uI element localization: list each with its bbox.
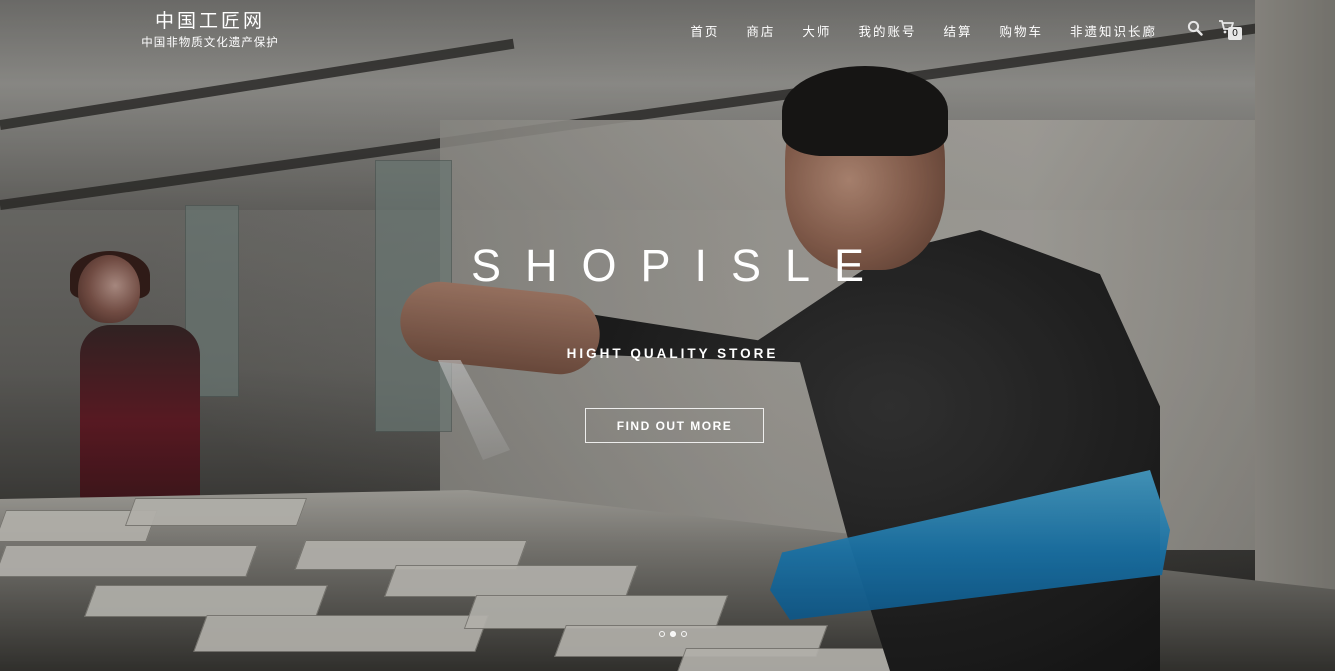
slider-dot-2[interactable]	[670, 631, 676, 637]
nav-item-home[interactable]: 首页	[690, 21, 719, 40]
hero-caption: SHOPISLE HIGHT QUALITY STORE FIND OUT MO…	[0, 0, 1335, 671]
slider-dot-1[interactable]	[659, 631, 665, 637]
find-out-more-button[interactable]: FIND OUT MORE	[585, 408, 764, 443]
site-tagline: 中国非物质文化遗产保护	[141, 35, 279, 49]
hero-slider: 中国工匠网 中国非物质文化遗产保护 首页 商店 大师 我的账号 结算 购物车 非…	[0, 0, 1335, 671]
nav-item-checkout[interactable]: 结算	[943, 21, 972, 40]
main-nav: 首页 商店 大师 我的账号 结算 购物车 非遗知识长廊	[663, 21, 1157, 40]
nav-item-shop[interactable]: 商店	[746, 21, 775, 40]
hero-subtitle: HIGHT QUALITY STORE	[566, 346, 779, 361]
nav-item-cart[interactable]: 购物车	[999, 21, 1043, 40]
site-logo[interactable]: 中国工匠网 中国非物质文化遗产保护	[125, 10, 295, 50]
site-title: 中国工匠网	[154, 10, 265, 32]
cart-button[interactable]: 0	[1218, 19, 1244, 43]
search-button[interactable]	[1187, 20, 1205, 38]
search-icon	[1187, 20, 1203, 36]
site-header: 中国工匠网 中国非物质文化遗产保护 首页 商店 大师 我的账号 结算 购物车 非…	[0, 0, 1335, 60]
slider-dot-3[interactable]	[681, 631, 687, 637]
nav-item-masters[interactable]: 大师	[802, 21, 831, 40]
cart-count-badge: 0	[1228, 27, 1242, 40]
nav-item-my-account[interactable]: 我的账号	[858, 21, 916, 40]
nav-item-heritage-gallery[interactable]: 非遗知识长廊	[1070, 21, 1157, 40]
hero-title: SHOPISLE	[470, 240, 889, 291]
slider-pagination	[659, 631, 687, 637]
